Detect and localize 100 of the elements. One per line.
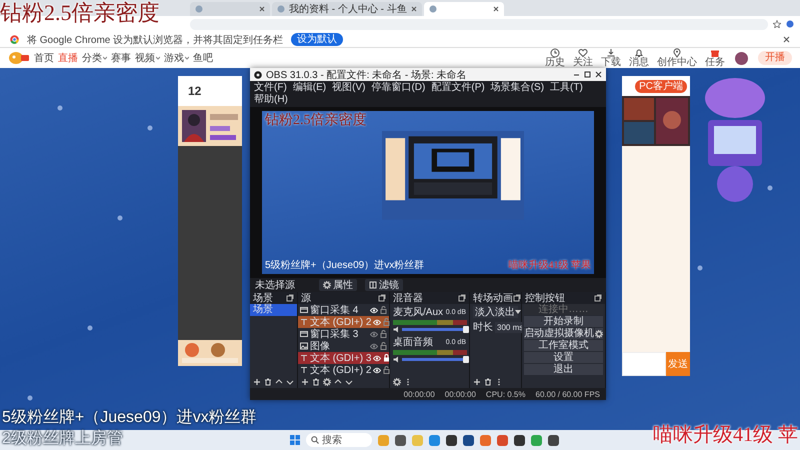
- toolbar-button[interactable]: 下载: [601, 48, 621, 68]
- status-text: 60.00 / 60.00 FPS: [536, 390, 600, 398]
- close-icon[interactable]: [492, 6, 499, 12]
- nav-item[interactable]: 赛事: [111, 51, 131, 65]
- eye-icon[interactable]: [370, 306, 378, 314]
- nav-item[interactable]: 鱼吧: [193, 51, 213, 65]
- close-icon[interactable]: [259, 6, 265, 12]
- nav-item[interactable]: 首页: [34, 51, 54, 65]
- undock-icon[interactable]: [458, 294, 466, 302]
- nav-item[interactable]: 视频: [135, 51, 160, 65]
- transition-dropdown[interactable]: 淡入淡出: [473, 306, 518, 318]
- app-icon[interactable]: [548, 434, 559, 446]
- unlocked-icon[interactable]: [380, 306, 387, 314]
- undock-icon[interactable]: [594, 294, 602, 302]
- app-icon[interactable]: [514, 434, 525, 446]
- source-item[interactable]: 图像: [298, 340, 389, 352]
- unlocked-icon[interactable]: [383, 318, 390, 326]
- toolbar-button[interactable]: 属性: [319, 279, 357, 291]
- chat-input-field[interactable]: [622, 352, 666, 376]
- settings-button[interactable]: [595, 328, 603, 339]
- client-button[interactable]: PC客户端: [635, 80, 687, 92]
- nav-item[interactable]: 分类: [82, 51, 107, 65]
- control-button[interactable]: 开始录制: [524, 316, 603, 327]
- duration-label: 时长: [473, 320, 493, 334]
- windows-start-icon[interactable]: [290, 435, 300, 445]
- toolbar-button[interactable]: 滤镜: [365, 279, 403, 291]
- profile-icon[interactable]: [786, 20, 794, 28]
- source-item[interactable]: 文本 (GDI+) 3: [298, 352, 389, 364]
- app-icon[interactable]: [395, 434, 406, 446]
- dock-title: 转场动画: [473, 292, 513, 305]
- nav-item[interactable]: 直播: [58, 51, 78, 65]
- overlay-caption: 5级粉丝牌+（Juese09）进vx粉丝群: [2, 409, 257, 428]
- overlay-caption: 2级粉丝牌上房管: [2, 430, 123, 448]
- set-default-button[interactable]: 设为默认: [291, 33, 344, 46]
- eye-icon[interactable]: [373, 366, 382, 374]
- up-caret-icon[interactable]: [275, 378, 283, 386]
- plus-icon[interactable]: [301, 378, 309, 386]
- unlocked-icon[interactable]: [383, 366, 390, 374]
- close-icon[interactable]: [595, 71, 602, 78]
- toolbar-button[interactable]: 创作中心: [657, 48, 697, 68]
- app-icon[interactable]: [446, 434, 457, 446]
- browser-tab[interactable]: 我的资料 - 个人中心 - 斗鱼: [272, 2, 422, 16]
- menu-item[interactable]: 编辑(E): [292, 82, 326, 94]
- down-caret-icon[interactable]: [286, 378, 294, 386]
- plus-icon[interactable]: [473, 378, 481, 386]
- toolbar-button[interactable]: 任务: [705, 48, 725, 68]
- source-item[interactable]: 窗口采集 4: [298, 304, 389, 316]
- volume-slider[interactable]: [402, 328, 466, 331]
- caret-icon: [515, 310, 521, 314]
- undock-icon[interactable]: [513, 294, 521, 302]
- menu-item[interactable]: 文件(F): [254, 82, 287, 94]
- menu-item[interactable]: 配置文件(P): [431, 82, 485, 94]
- app-icon[interactable]: [463, 434, 474, 446]
- control-button[interactable]: 启动虚拟摄像机: [524, 328, 594, 339]
- locked-icon[interactable]: [383, 354, 390, 362]
- menu-item[interactable]: 停靠窗口(D): [371, 82, 426, 94]
- star-icon[interactable]: [773, 20, 781, 28]
- unlocked-icon[interactable]: [380, 342, 387, 350]
- gear-icon[interactable]: [393, 378, 401, 386]
- undock-icon[interactable]: [286, 294, 294, 302]
- close-icon[interactable]: [410, 6, 417, 12]
- tab-title: 我的资料 - 个人中心 - 斗鱼: [289, 2, 407, 16]
- avatar[interactable]: [735, 52, 748, 64]
- menu-item[interactable]: 帮助(H): [254, 94, 288, 106]
- chrome-icon: [10, 35, 19, 44]
- close-icon[interactable]: [783, 36, 790, 43]
- source-item[interactable]: 文本 (GDI+) 2: [298, 316, 389, 328]
- control-button[interactable]: 工作室模式: [524, 340, 603, 351]
- dock-title: 场景: [253, 292, 273, 304]
- eye-icon[interactable]: [373, 354, 382, 362]
- source-item[interactable]: 文本 (GDI+) 2: [298, 364, 389, 376]
- unlocked-icon[interactable]: [380, 330, 387, 338]
- control-button[interactable]: 退出: [524, 364, 603, 375]
- plus-icon[interactable]: [253, 378, 261, 386]
- trash-icon[interactable]: [264, 378, 272, 386]
- down-caret-icon[interactable]: [345, 378, 353, 386]
- control-button[interactable]: 设置: [524, 352, 603, 363]
- source-item[interactable]: 窗口采集 3: [298, 328, 389, 340]
- menu-item[interactable]: 工具(T): [550, 82, 583, 94]
- dock-title: 源: [301, 292, 311, 305]
- status-text: 00:00:00: [404, 390, 435, 398]
- window-icon: [300, 306, 308, 314]
- up-caret-icon[interactable]: [334, 378, 342, 386]
- menu-item[interactable]: 视图(V): [332, 82, 366, 94]
- gear-icon[interactable]: [323, 378, 331, 386]
- undock-icon[interactable]: [378, 294, 386, 302]
- toolbar-button[interactable]: 消息: [629, 48, 649, 68]
- menu-item[interactable]: 场景集合(S): [490, 82, 544, 94]
- slider-thumb[interactable]: [463, 326, 469, 333]
- scene-item[interactable]: 场景: [250, 304, 297, 316]
- search-field[interactable]: 搜索: [306, 433, 372, 447]
- trash-icon[interactable]: [484, 378, 492, 386]
- slider-thumb[interactable]: [463, 356, 469, 363]
- volume-slider[interactable]: [402, 358, 466, 361]
- toolbar-button[interactable]: 关注: [573, 48, 593, 68]
- nav-item[interactable]: 游戏: [164, 51, 189, 65]
- trash-icon[interactable]: [312, 378, 320, 386]
- maximize-icon[interactable]: [584, 71, 591, 78]
- fish-logo-icon[interactable]: [8, 51, 30, 65]
- toolbar-button[interactable]: 历史: [545, 48, 565, 68]
